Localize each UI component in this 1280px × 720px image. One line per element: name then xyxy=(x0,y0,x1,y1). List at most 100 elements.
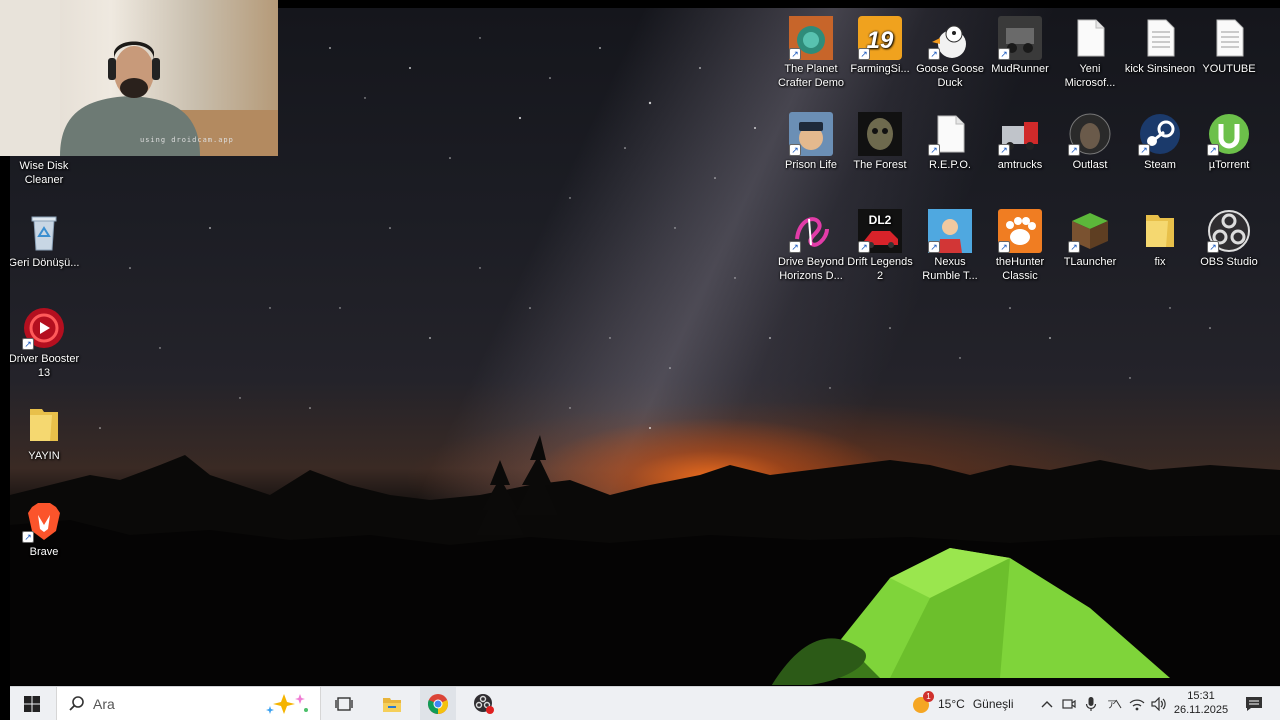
farming-simulator-icon: 19 ↗ xyxy=(858,16,902,60)
tray-volume-button[interactable] xyxy=(1150,687,1168,720)
task-view-button[interactable] xyxy=(328,687,360,720)
desktop-icon-prison-life[interactable]: ↗ Prison Life xyxy=(775,112,847,172)
shortcut-arrow-icon: ↗ xyxy=(789,144,801,156)
desktop-icon-driver-booster[interactable]: ↗ Driver Booster 13 xyxy=(10,306,80,380)
folder-icon xyxy=(22,403,66,447)
desktop-icon-label: theHunter Classic xyxy=(995,256,1045,282)
shortcut-arrow-icon: ↗ xyxy=(928,144,940,156)
desktop-icon-label: amtrucks xyxy=(997,159,1043,171)
desktop-icon-mudrunner[interactable]: ↗ MudRunner xyxy=(984,16,1056,76)
tray-network-button[interactable] xyxy=(1128,687,1146,720)
taskbar-clock[interactable]: 15:31 26.11.2025 xyxy=(1173,689,1229,717)
desktop-icon-label: MudRunner xyxy=(991,63,1049,75)
desktop-icon-outlast[interactable]: ↗ Outlast xyxy=(1054,112,1126,172)
outlast-icon: ↗ xyxy=(1068,112,1112,156)
desktop-icon-label: Driver Booster 13 xyxy=(10,353,80,379)
desktop-icon-planet-crafter[interactable]: ↗ The Planet Crafter Demo xyxy=(775,16,847,90)
shortcut-arrow-icon: ↗ xyxy=(1068,144,1080,156)
desktop-icon-label: Geri Dönüşü... xyxy=(10,257,80,269)
tray-language-button[interactable]: ア xyxy=(1104,687,1124,720)
desktop-icon-amtrucks[interactable]: ↗ amtrucks xyxy=(984,112,1056,172)
nexus-rumble-icon: ↗ xyxy=(928,209,972,253)
shortcut-arrow-icon: ↗ xyxy=(858,241,870,253)
weather-condition: Güneşli xyxy=(972,697,1014,711)
desktop-icon-goose-goose-duck[interactable]: ↗ Goose Goose Duck xyxy=(914,16,986,90)
tray-microphone-button[interactable] xyxy=(1082,687,1100,720)
desktop-icon-tlauncher[interactable]: ↗ TLauncher xyxy=(1054,209,1126,269)
prison-life-icon: ↗ xyxy=(789,112,833,156)
notification-icon xyxy=(1246,697,1262,711)
desktop-icon-recycle-bin[interactable]: Geri Dönüşü... xyxy=(10,210,80,270)
svg-text:ア: ア xyxy=(1107,700,1117,711)
desktop-icon-kick-sinsineon[interactable]: kick Sinsineon xyxy=(1124,16,1196,76)
weather-widget[interactable]: 1 15°C Güneşli xyxy=(910,687,1030,720)
desktop-icon-label: fix xyxy=(1154,256,1166,268)
shortcut-arrow-icon: ↗ xyxy=(858,48,870,60)
desktop-icon-yayin-folder[interactable]: YAYIN xyxy=(10,403,80,463)
driver-booster-icon: ↗ xyxy=(22,306,66,350)
windows-logo-icon xyxy=(24,696,40,712)
american-truck-icon: ↗ xyxy=(998,112,1042,156)
taskbar-search-box[interactable]: Ara xyxy=(56,687,321,720)
desktop-icon-label: The Forest xyxy=(853,159,907,171)
drift-legends-badge: DL2 xyxy=(869,213,892,227)
webcam-caption: using droidcam.app xyxy=(140,136,234,144)
shortcut-arrow-icon: ↗ xyxy=(789,241,801,253)
desktop-icon-label: Nexus Rumble T... xyxy=(922,256,978,282)
show-hidden-icons-button[interactable] xyxy=(1038,687,1056,720)
clock-time: 15:31 xyxy=(1187,690,1215,702)
speaker-icon xyxy=(1151,697,1166,711)
folder-icon xyxy=(1138,209,1182,253)
desktop-icon-label: Wise Disk Cleaner xyxy=(19,160,69,186)
webcam-overlay: using droidcam.app xyxy=(0,0,278,156)
desktop-icon-label: Goose Goose Duck xyxy=(916,63,984,89)
desktop-icon-brave[interactable]: ↗ Brave xyxy=(10,499,80,559)
drive-beyond-horizons-icon: ↗ xyxy=(789,209,833,253)
chevron-up-icon xyxy=(1041,701,1053,708)
desktop-icon-nexus-rumble[interactable]: ↗ Nexus Rumble T... xyxy=(914,209,986,283)
shortcut-arrow-icon: ↗ xyxy=(22,531,34,543)
desktop-icon-label: OBS Studio xyxy=(1200,256,1258,268)
desktop-icon-label: Drive Beyond Horizons D... xyxy=(777,256,845,282)
shortcut-arrow-icon: ↗ xyxy=(1207,144,1219,156)
desktop-icon-steam[interactable]: ↗ Steam xyxy=(1124,112,1196,172)
notification-center-button[interactable] xyxy=(1238,687,1270,720)
desktop-icon-drive-beyond-horizons[interactable]: ↗ Drive Beyond Horizons D... xyxy=(775,209,847,283)
file-explorer-button[interactable] xyxy=(374,687,410,720)
tlauncher-icon: ↗ xyxy=(1068,209,1112,253)
chrome-button[interactable] xyxy=(420,687,456,720)
shortcut-arrow-icon: ↗ xyxy=(1068,241,1080,253)
obs-taskbar-button[interactable] xyxy=(466,687,502,720)
language-icon: ア xyxy=(1107,699,1122,711)
desktop-icon-the-forest[interactable]: The Forest xyxy=(844,112,916,172)
drift-legends-icon: DL2 ↗ xyxy=(858,209,902,253)
desktop-icon-repo[interactable]: ↗ R.E.P.O. xyxy=(914,112,986,172)
desktop-icon-wise-disk-cleaner[interactable]: Wise Disk Cleaner xyxy=(10,159,80,187)
desktop-icon-label: FarmingSi... xyxy=(850,63,910,75)
desktop-icon-label: Yeni Microsof... xyxy=(1064,63,1116,89)
desktop-icon-drift-legends[interactable]: DL2 ↗ Drift Legends 2 xyxy=(844,209,916,283)
taskbar: Ara 1 15°C Güneşli ア 15:31 26.11.2025 xyxy=(10,686,1280,720)
shortcut-arrow-icon: ↗ xyxy=(789,48,801,60)
shortcut-arrow-icon: ↗ xyxy=(1207,241,1219,253)
desktop-icon-label: Outlast xyxy=(1072,159,1108,171)
farming-simulator-badge: 19 xyxy=(867,27,894,54)
desktop-icon-label: Brave xyxy=(29,546,59,558)
tray-camera-button[interactable] xyxy=(1060,687,1078,720)
desktop-icon-yeni-microsoft[interactable]: Yeni Microsof... xyxy=(1054,16,1126,90)
webcam-person xyxy=(0,0,278,156)
shortcut-arrow-icon: ↗ xyxy=(998,241,1010,253)
desktop-icon-fix-folder[interactable]: fix xyxy=(1124,209,1196,269)
camera-icon xyxy=(1062,699,1076,709)
desktop-icon-farming-simulator[interactable]: 19 ↗ FarmingSi... xyxy=(844,16,916,76)
search-placeholder: Ara xyxy=(93,696,115,712)
search-highlights-icon xyxy=(266,694,308,714)
desktop-icon-thehunter[interactable]: ↗ theHunter Classic xyxy=(984,209,1056,283)
start-button[interactable] xyxy=(10,687,54,720)
goose-goose-duck-icon: ↗ xyxy=(928,16,972,60)
desktop-icon-obs-studio[interactable]: ↗ OBS Studio xyxy=(1193,209,1265,269)
desktop-icon-label: Steam xyxy=(1144,159,1176,171)
utorrent-icon: ↗ xyxy=(1207,112,1251,156)
desktop-icon-utorrent[interactable]: ↗ µTorrent xyxy=(1193,112,1265,172)
desktop-icon-youtube[interactable]: YOUTUBE xyxy=(1193,16,1265,76)
